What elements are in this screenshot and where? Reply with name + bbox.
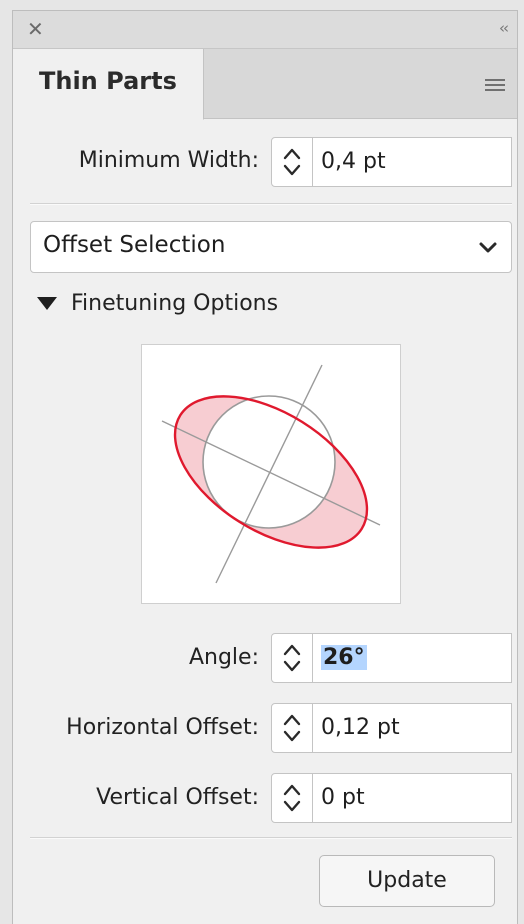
stepper-arrows-icon [283,714,301,742]
vertical-offset-input[interactable]: 0 pt [313,773,512,823]
close-icon[interactable]: ✕ [27,18,44,40]
angle-value-selected: 26° [321,645,367,670]
horizontal-offset-input[interactable]: 0,12 pt [313,703,512,753]
vertical-offset-label: Vertical Offset: [96,785,259,810]
tab-label: Thin Parts [39,67,177,95]
angle-input[interactable]: 26° [313,633,512,683]
tab-thin-parts[interactable]: Thin Parts [13,49,204,120]
angle-stepper[interactable] [271,633,313,683]
minimum-width-stepper[interactable] [271,137,313,187]
ellipse-preview-graphic [161,364,381,584]
vertical-offset-stepper[interactable] [271,773,313,823]
chevron-down-icon [479,242,497,253]
angle-label: Angle: [188,645,259,670]
finetuning-disclosure[interactable]: Finetuning Options [37,291,278,316]
collapse-icon[interactable]: ‹‹ [499,19,509,37]
minimum-width-input[interactable]: 0,4 pt [313,137,512,187]
triangle-down-icon [37,297,57,310]
thin-parts-panel: ✕ ‹‹ Thin Parts Minimum Width: 0,4 pt Of… [12,10,518,924]
divider [30,203,512,205]
divider [30,837,512,839]
panel-tabbar: Thin Parts [13,49,517,120]
stepper-arrows-icon [283,784,301,812]
panel-titlebar: ✕ ‹‹ [13,11,517,49]
mode-dropdown[interactable]: Offset Selection [30,221,512,273]
menu-icon[interactable] [485,79,505,93]
mode-dropdown-value: Offset Selection [43,232,226,258]
inner-circle [202,395,336,529]
finetuning-label: Finetuning Options [71,291,279,316]
update-button[interactable]: Update [319,855,495,907]
offset-preview [141,344,401,604]
minimum-width-label: Minimum Width: [78,148,259,173]
horizontal-offset-stepper[interactable] [271,703,313,753]
horizontal-offset-label: Horizontal Offset: [66,715,259,740]
stepper-arrows-icon [283,644,301,672]
stepper-arrows-icon [283,148,301,176]
